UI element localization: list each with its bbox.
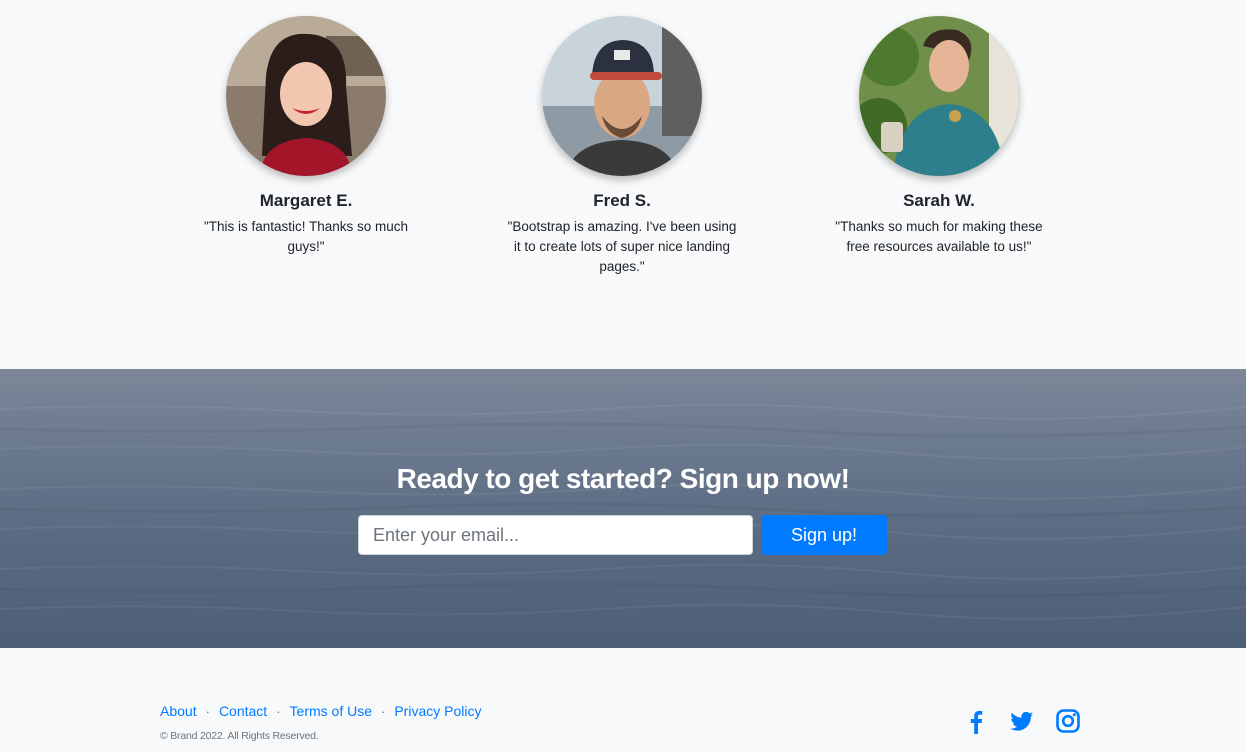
email-field[interactable]: [358, 515, 753, 555]
separator: ·: [381, 703, 386, 719]
separator: ·: [276, 703, 281, 719]
facebook-icon[interactable]: [963, 708, 989, 734]
footer-link-about[interactable]: About: [160, 703, 197, 719]
avatar: [226, 16, 386, 176]
testimonial-item: Margaret E. "This is fantastic! Thanks s…: [186, 16, 426, 257]
testimonial-name: Margaret E.: [259, 191, 353, 210]
separator: ·: [205, 703, 210, 719]
footer-nav: About · Contact · Terms of Use · Privacy…: [160, 703, 481, 719]
footer-link-privacy[interactable]: Privacy Policy: [394, 703, 481, 719]
testimonial-quote: "Thanks so much for making these free re…: [835, 219, 1043, 254]
testimonial-item: Sarah W. "Thanks so much for making thes…: [819, 16, 1059, 257]
social-links: [963, 708, 1081, 734]
footer: About · Contact · Terms of Use · Privacy…: [0, 648, 1246, 752]
testimonial-item: Fred S. "Bootstrap is amazing. I've been…: [502, 16, 742, 277]
testimonials-section: Margaret E. "This is fantastic! Thanks s…: [0, 0, 1246, 369]
testimonial-name: Fred S.: [593, 191, 651, 210]
avatar: [859, 16, 1019, 176]
twitter-icon[interactable]: [1009, 708, 1035, 734]
testimonial-name: Sarah W.: [903, 191, 975, 210]
avatar: [542, 16, 702, 176]
cta-heading: Ready to get started? Sign up now!: [396, 463, 850, 494]
footer-link-terms[interactable]: Terms of Use: [290, 703, 372, 719]
footer-link-contact[interactable]: Contact: [219, 703, 267, 719]
call-to-action: Ready to get started? Sign up now! Sign …: [0, 369, 1246, 648]
ocean-background: [0, 403, 1246, 620]
copyright-text: © Brand 2022. All Rights Reserved.: [160, 730, 319, 742]
signup-form: Sign up!: [358, 515, 887, 555]
testimonial-quote: "This is fantastic! Thanks so much guys!…: [203, 219, 409, 254]
instagram-icon[interactable]: [1055, 708, 1081, 734]
signup-button[interactable]: Sign up!: [761, 515, 887, 555]
testimonial-quote: "Bootstrap is amazing. I've been using i…: [507, 219, 737, 274]
